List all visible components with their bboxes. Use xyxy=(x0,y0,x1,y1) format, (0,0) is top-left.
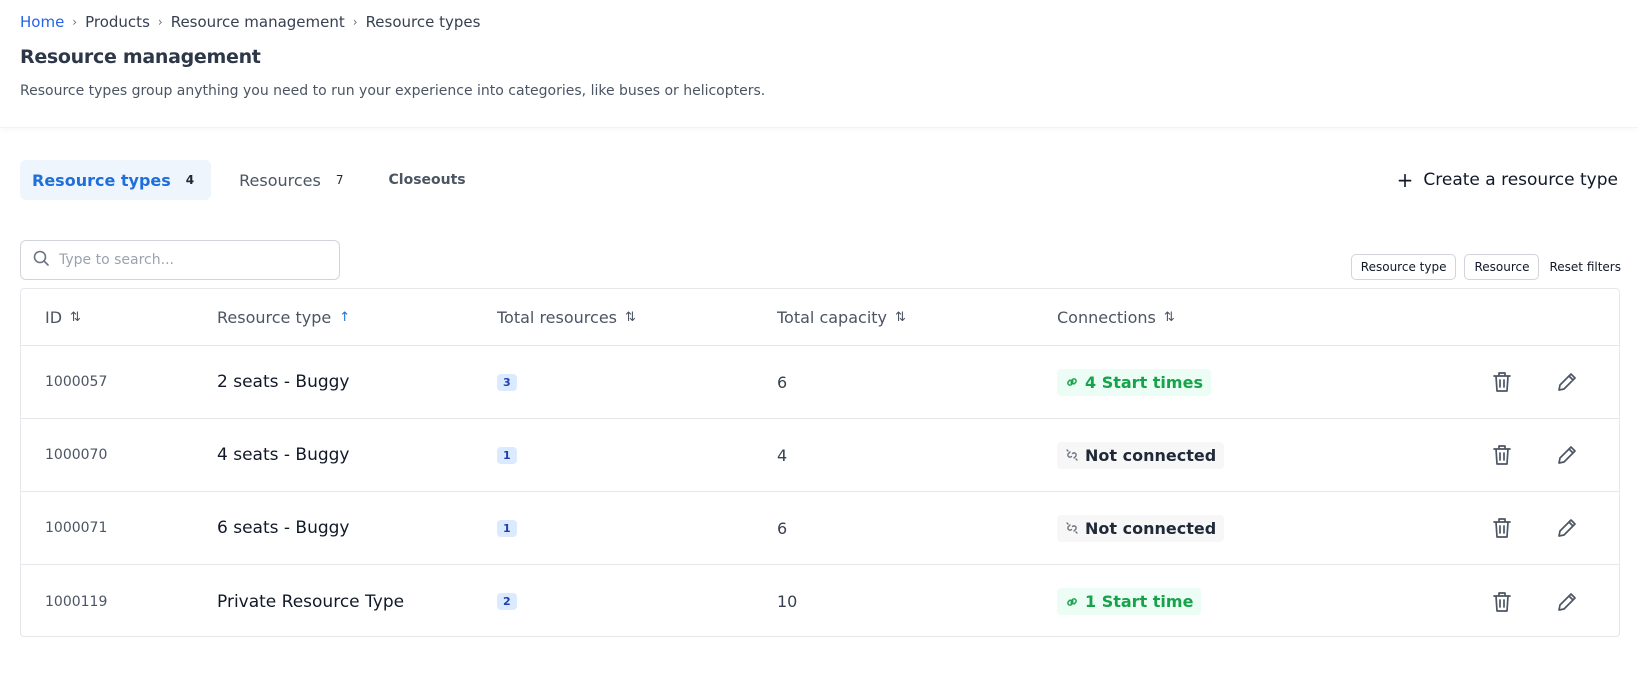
table-row: 1000057 2 seats - Buggy 3 6 4 Start time… xyxy=(21,346,1619,419)
chevron-right-icon: › xyxy=(157,15,163,29)
delete-button[interactable] xyxy=(1491,590,1513,614)
row-total-resources-badge: 1 xyxy=(497,446,517,464)
tabs-row: Resource types 4 Resources 7 Closeouts +… xyxy=(20,160,1618,200)
connection-status: Not connected xyxy=(1057,441,1225,469)
row-total-capacity: 10 xyxy=(777,592,798,611)
page-header: Home › Products › Resource management › … xyxy=(0,0,1638,128)
row-total-capacity: 6 xyxy=(777,518,788,538)
plus-icon: + xyxy=(1396,168,1414,192)
page-description: Resource types group anything you need t… xyxy=(20,83,766,99)
pencil-icon xyxy=(1558,373,1576,391)
connection-label: Not connected xyxy=(1085,518,1217,538)
column-header-total-capacity[interactable]: Total capacity ⇅ xyxy=(777,308,906,327)
column-label: Connections xyxy=(1057,307,1156,327)
delete-button[interactable] xyxy=(1491,516,1513,540)
page-title: Resource management xyxy=(20,46,261,68)
row-resource-type: Private Resource Type xyxy=(217,591,405,612)
sort-icon: ⇅ xyxy=(70,309,81,325)
table-header: ID ⇅ Resource type ↑ Total resources ⇅ T… xyxy=(21,289,1619,346)
tab-resources[interactable]: Resources 7 xyxy=(227,160,360,200)
table-row: 1000070 4 seats - Buggy 1 4 Not connecte… xyxy=(21,419,1619,492)
sort-icon: ⇅ xyxy=(1163,309,1175,325)
column-label: Resource type xyxy=(217,307,332,327)
reset-filters-button[interactable]: Reset filters xyxy=(1547,260,1621,274)
connection-label: Not connected xyxy=(1085,445,1217,465)
edit-button[interactable] xyxy=(1555,443,1579,467)
filter-bar: Resource type Resource Reset filters xyxy=(1350,254,1621,280)
connection-status-link[interactable]: 1 Start time xyxy=(1057,588,1202,615)
pencil-icon xyxy=(1558,592,1576,611)
column-label: ID xyxy=(45,307,63,327)
column-header-resource-type[interactable]: Resource type ↑ xyxy=(217,308,350,327)
tab-count-badge: 4 xyxy=(185,173,195,187)
row-resource-type: 2 seats - Buggy xyxy=(217,372,350,392)
tab-label: Resources xyxy=(239,170,321,190)
column-header-connections[interactable]: Connections ⇅ xyxy=(1057,308,1175,327)
filter-chip-resource-type[interactable]: Resource type xyxy=(1350,254,1457,280)
row-id: 1000070 xyxy=(45,447,108,463)
breadcrumb-current: Resource types xyxy=(365,13,481,31)
row-total-resources-badge: 1 xyxy=(497,519,517,537)
edit-button[interactable] xyxy=(1555,516,1579,540)
breadcrumb-home-link[interactable]: Home xyxy=(20,13,64,31)
sort-icon: ⇅ xyxy=(625,309,636,325)
column-label: Total resources xyxy=(497,307,617,327)
resource-types-table: ID ⇅ Resource type ↑ Total resources ⇅ T… xyxy=(20,288,1620,637)
sort-ascending-icon: ↑ xyxy=(339,309,351,325)
connection-status-link[interactable]: 4 Start times xyxy=(1057,368,1211,396)
search-icon xyxy=(33,250,49,270)
breadcrumb-resource-management-link[interactable]: Resource management xyxy=(171,13,345,31)
create-button-label: Create a resource type xyxy=(1423,170,1618,190)
tab-resource-types[interactable]: Resource types 4 xyxy=(20,160,212,200)
pencil-icon xyxy=(1558,446,1576,464)
edit-button[interactable] xyxy=(1555,590,1579,614)
table-row: 1000071 6 seats - Buggy 1 6 Not connecte… xyxy=(21,492,1619,565)
chevron-right-icon: › xyxy=(352,15,358,29)
filter-chip-resource[interactable]: Resource xyxy=(1464,254,1540,280)
breadcrumb-products-link[interactable]: Products xyxy=(85,13,150,31)
delete-button[interactable] xyxy=(1491,443,1513,467)
row-resource-type: 4 seats - Buggy xyxy=(217,445,350,465)
row-total-capacity: 6 xyxy=(777,372,788,392)
column-header-id[interactable]: ID ⇅ xyxy=(45,308,81,327)
link-icon xyxy=(1067,378,1077,386)
unlink-icon xyxy=(1066,522,1078,534)
row-total-resources-badge: 2 xyxy=(497,593,517,610)
row-id: 1000119 xyxy=(45,593,108,610)
breadcrumb: Home › Products › Resource management › … xyxy=(20,0,1618,32)
tab-label: Resource types xyxy=(32,170,171,190)
trash-icon xyxy=(1493,591,1511,612)
connection-status: Not connected xyxy=(1057,514,1225,542)
trash-icon xyxy=(1493,372,1511,392)
row-id: 1000057 xyxy=(45,374,108,390)
row-resource-type: 6 seats - Buggy xyxy=(217,518,350,538)
pencil-icon xyxy=(1558,519,1576,537)
search-input[interactable] xyxy=(59,252,309,268)
row-total-capacity: 4 xyxy=(777,445,788,465)
trash-icon xyxy=(1493,445,1511,465)
tab-label: Closeouts xyxy=(388,172,466,188)
tab-count-badge: 7 xyxy=(330,172,349,188)
chevron-right-icon: › xyxy=(72,15,78,29)
row-total-resources-badge: 3 xyxy=(497,373,517,391)
edit-button[interactable] xyxy=(1555,370,1579,394)
link-icon xyxy=(1067,597,1077,606)
search-box xyxy=(20,240,340,280)
sort-icon: ⇅ xyxy=(895,309,906,325)
tab-closeouts[interactable]: Closeouts xyxy=(377,160,478,200)
trash-icon xyxy=(1493,518,1511,538)
table-row: 1000119 Private Resource Type 2 10 1 Sta… xyxy=(21,565,1619,638)
row-id: 1000071 xyxy=(45,520,108,536)
connection-label: 4 Start times xyxy=(1085,372,1203,392)
column-label: Total capacity xyxy=(777,307,887,327)
unlink-icon xyxy=(1066,449,1078,461)
connection-label: 1 Start time xyxy=(1085,592,1194,611)
delete-button[interactable] xyxy=(1491,370,1513,394)
column-header-total-resources[interactable]: Total resources ⇅ xyxy=(497,308,636,327)
create-resource-type-button[interactable]: + Create a resource type xyxy=(1397,160,1618,200)
